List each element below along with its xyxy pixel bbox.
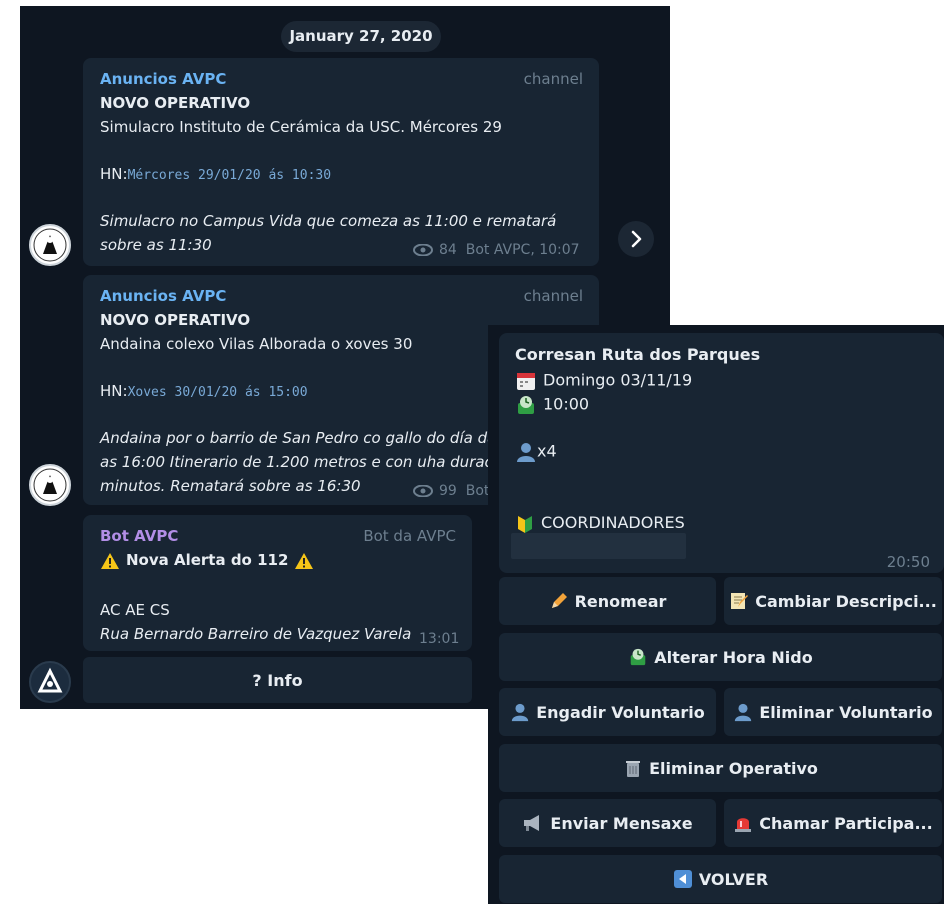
view-count: 99 xyxy=(439,483,457,499)
message-body: as 16:00 Itinerario de 1.200 metros e co… xyxy=(100,453,507,471)
alarm-clock-icon xyxy=(518,396,534,414)
message-time: Bot xyxy=(465,483,490,499)
warning-icon xyxy=(295,552,314,569)
siren-icon xyxy=(735,818,752,832)
bot-logo-icon xyxy=(37,667,63,693)
alert-title: Nova Alerta do 112 xyxy=(126,551,289,569)
message-time: 13:01 xyxy=(419,631,460,647)
channel-tag: channel xyxy=(523,287,583,305)
alert-codes: AC AE CS xyxy=(100,601,170,619)
sender-name[interactable]: Anuncios AVPC xyxy=(100,70,226,88)
eliminar-op-label: Eliminar Operativo xyxy=(649,758,818,778)
date-separator: January 27, 2020 xyxy=(281,21,441,52)
message-body: Simulacro no Campus Vida que comeza as 1… xyxy=(100,212,557,230)
calendar-icon xyxy=(517,373,535,390)
cambiar-descripcion-button[interactable]: Cambiar Descripci... xyxy=(724,577,942,625)
redacted-text xyxy=(511,533,686,559)
operativo-hour: 10:00 xyxy=(543,394,590,414)
hn-row: HN:Xoves 30/01/20 ás 15:00 xyxy=(100,382,308,400)
volunteer-count: x4 xyxy=(537,441,557,461)
enviar-mensaxe-button[interactable]: Enviar Mensaxe xyxy=(499,799,716,847)
eliminar-voluntario-button[interactable]: Eliminar Voluntario xyxy=(724,688,942,736)
trash-icon xyxy=(626,761,641,777)
chevron-right-icon xyxy=(631,230,642,248)
avatar[interactable] xyxy=(29,661,71,703)
message-bubble[interactable]: Anuncios AVPC channel NOVO OPERATIVO Sim… xyxy=(83,58,599,266)
alterar-label: Alterar Hora Nido xyxy=(654,647,813,667)
avatar[interactable] xyxy=(29,464,71,506)
alterar-hora-button[interactable]: Alterar Hora Nido xyxy=(499,633,942,681)
eliminar-operativo-button[interactable]: Eliminar Operativo xyxy=(499,744,942,792)
operativo-title: Corresan Ruta dos Parques xyxy=(515,345,761,364)
channel-tag: channel xyxy=(523,70,583,88)
volver-label: VOLVER xyxy=(698,869,769,889)
forward-button[interactable] xyxy=(618,221,654,257)
eliminar-vol-label: Eliminar Voluntario xyxy=(759,702,933,722)
sender-name[interactable]: Bot AVPC xyxy=(100,527,178,545)
megaphone-icon xyxy=(524,815,540,831)
channel-logo-icon xyxy=(33,228,67,262)
chamar-participantes-button[interactable]: Chamar Participa... xyxy=(724,799,942,847)
info-button[interactable]: ? Info xyxy=(83,657,472,703)
operativo-date: Domingo 03/11/19 xyxy=(543,370,693,390)
warning-icon xyxy=(101,552,119,569)
channel-logo-icon xyxy=(33,468,67,502)
renomear-label: Renomear xyxy=(574,591,667,611)
volver-button[interactable]: VOLVER xyxy=(499,855,942,903)
chamar-label: Chamar Participa... xyxy=(759,813,933,833)
cambiar-label: Cambiar Descripci... xyxy=(755,591,937,611)
view-count: 84 xyxy=(439,242,457,258)
alert-address: Rua Bernardo Barreiro de Vazquez Varela xyxy=(100,625,412,643)
hn-value[interactable]: Xoves 30/01/20 ás 15:00 xyxy=(128,385,308,400)
beginner-badge-icon xyxy=(518,515,532,533)
hn-value[interactable]: Mércores 29/01/20 ás 10:30 xyxy=(128,168,332,183)
message-title: NOVO OPERATIVO xyxy=(100,311,251,329)
operativo-panel: Corresan Ruta dos Parques Domingo 03/11/… xyxy=(488,325,944,904)
person-icon xyxy=(735,703,752,722)
enviar-label: Enviar Mensaxe xyxy=(550,813,693,833)
message-time: Bot AVPC, 10:07 xyxy=(465,242,580,258)
alarm-clock-icon xyxy=(630,648,646,666)
alert-title-row: Nova Alerta do 112 xyxy=(100,551,320,570)
message-time: 20:50 xyxy=(886,553,930,571)
operativo-date-row: Domingo 03/11/19 xyxy=(515,370,692,392)
message-meta: 84 Bot AVPC, 10:07 xyxy=(413,242,580,258)
hn-label: HN: xyxy=(100,382,128,400)
renomear-button[interactable]: Renomear xyxy=(499,577,716,625)
sender-name[interactable]: Anuncios AVPC xyxy=(100,287,226,305)
message-subtitle: Andaina colexo Vilas Alborada o xoves 30 xyxy=(100,335,413,353)
eye-icon xyxy=(413,244,433,256)
coordinators-label: COORDINADORES xyxy=(541,513,685,532)
person-icon xyxy=(512,703,529,722)
coordinators-row: COORDINADORES xyxy=(515,513,685,534)
pencil-icon xyxy=(551,593,567,608)
eye-icon xyxy=(413,485,433,497)
message-body: sobre as 11:30 xyxy=(100,236,212,254)
message-title: NOVO OPERATIVO xyxy=(100,94,251,112)
memo-icon xyxy=(731,593,749,609)
volunteers-row: x4 xyxy=(515,441,557,463)
avatar[interactable] xyxy=(29,224,71,266)
engadir-voluntario-button[interactable]: Engadir Voluntario xyxy=(499,688,716,736)
message-body: Andaina por o barrio de San Pedro co gal… xyxy=(100,429,497,447)
message-bubble[interactable]: Bot AVPC Bot da AVPC Nova Alerta do 112 … xyxy=(83,515,472,651)
message-body: minutos. Rematará sobre as 16:30 xyxy=(100,477,361,495)
person-icon xyxy=(517,443,535,462)
operativo-hour-row: 10:00 xyxy=(515,394,589,416)
message-meta: 99 Bot xyxy=(413,483,489,499)
message-subtitle: Simulacro Instituto de Cerámica da USC. … xyxy=(100,118,502,136)
operativo-card[interactable]: Corresan Ruta dos Parques Domingo 03/11/… xyxy=(499,333,944,573)
hn-label: HN: xyxy=(100,165,128,183)
hn-row: HN:Mércores 29/01/20 ás 10:30 xyxy=(100,165,331,183)
engadir-label: Engadir Voluntario xyxy=(536,702,705,722)
back-arrow-icon xyxy=(673,870,692,888)
bot-tag: Bot da AVPC xyxy=(363,527,456,545)
